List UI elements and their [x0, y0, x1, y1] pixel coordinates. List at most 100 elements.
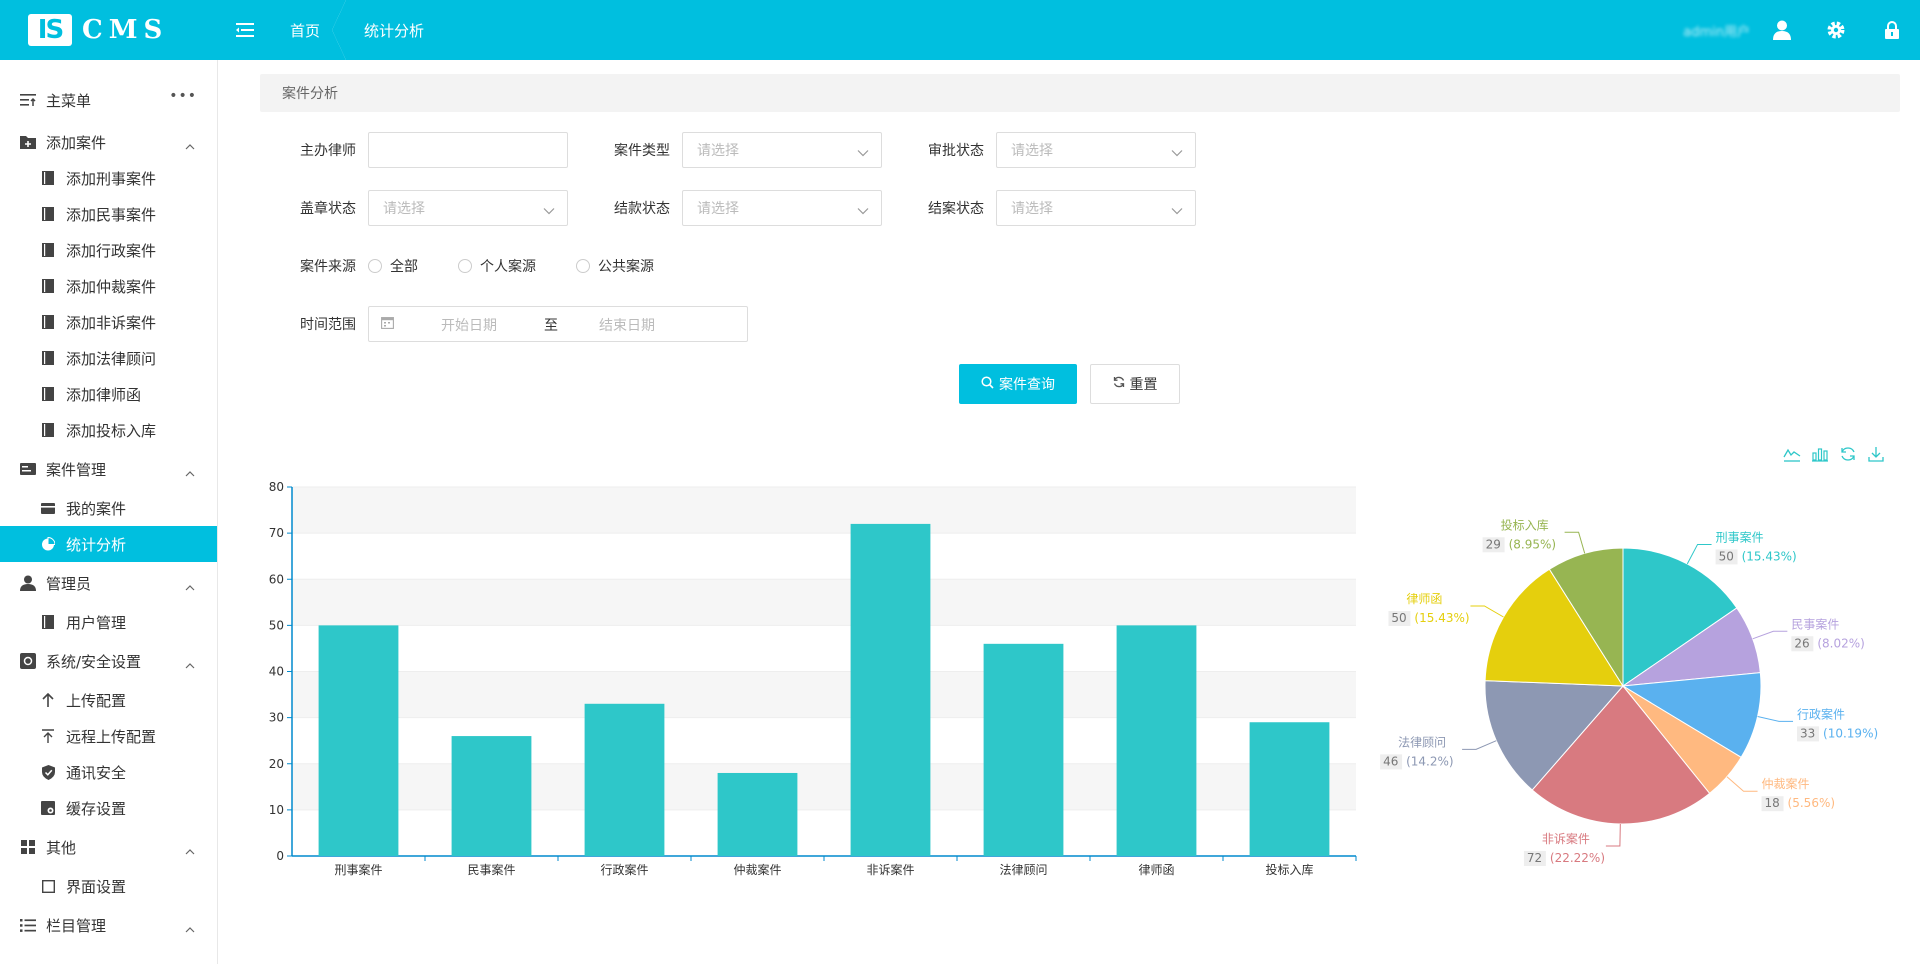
sidebar-main-menu-label: 主菜单: [46, 91, 92, 110]
chevron-up-icon: [185, 577, 195, 595]
y-tick-label: 30: [269, 711, 284, 725]
pie-slice-value: 46: [1383, 754, 1398, 768]
pie-label-line: [1726, 776, 1758, 792]
bar: [1249, 722, 1330, 856]
username[interactable]: admin用户: [1683, 21, 1750, 40]
x-tick-label: 法律顾问: [999, 863, 1047, 877]
chevron-up-icon: [185, 136, 195, 154]
gear-icon[interactable]: [1814, 0, 1858, 60]
menu-toggle-icon[interactable]: [218, 0, 272, 60]
sidebar-item-add-civil[interactable]: 添加民事案件: [0, 196, 217, 232]
sidebar-item-statistics[interactable]: 统计分析: [0, 526, 217, 562]
logo-mark: IS: [28, 14, 72, 46]
sidebar-item-communication-security[interactable]: 通讯安全: [0, 754, 217, 790]
x-tick-label: 刑事案件: [334, 862, 382, 877]
x-tick-label: 行政案件: [600, 862, 648, 877]
sidebar-item-user-management[interactable]: 用户管理: [0, 604, 217, 640]
x-tick-label: 仲裁案件: [733, 862, 781, 877]
pie-label-line: [1564, 531, 1586, 554]
lock-icon[interactable]: [1870, 0, 1914, 60]
pie-slice-percent: (8.02%): [1817, 636, 1864, 650]
sidebar-item-label: 添加律师函: [66, 385, 142, 404]
sidebar-item-label: 添加仲裁案件: [66, 277, 157, 296]
logo-text: CMS: [82, 15, 169, 45]
pie-slice-name: 行政案件: [1797, 706, 1845, 721]
sidebar-item-my-cases[interactable]: 我的案件: [0, 490, 217, 526]
x-tick-label: 律师函: [1138, 863, 1174, 877]
sidebar-item-cache-settings[interactable]: 缓存设置: [0, 790, 217, 826]
sidebar-group-column-management[interactable]: 栏目管理: [0, 904, 217, 946]
grid-band: [292, 671, 1356, 718]
x-tick-label: 民事案件: [467, 862, 515, 877]
pie-slice-percent: (15.43%): [1414, 611, 1469, 625]
sidebar-item-label: 用户管理: [66, 613, 127, 632]
sidebar-item-add-criminal[interactable]: 添加刑事案件: [0, 160, 217, 196]
pie-slice-name: 非诉案件: [1542, 831, 1590, 846]
y-tick-label: 80: [269, 480, 284, 494]
sidebar-item-add-non-litigation[interactable]: 添加非诉案件: [0, 304, 217, 340]
more-icon[interactable]: •••: [169, 88, 197, 104]
sidebar-item-label: 上传配置: [66, 691, 127, 710]
sidebar-group-label: 管理员: [46, 574, 92, 593]
sidebar-item-add-legal-advisor[interactable]: 添加法律顾问: [0, 340, 217, 376]
breadcrumb-current[interactable]: 统计分析: [346, 0, 442, 60]
sidebar-main-menu[interactable]: 主菜单 •••: [0, 82, 217, 118]
chevron-up-icon: [185, 919, 195, 937]
sidebar-item-add-administrative[interactable]: 添加行政案件: [0, 232, 217, 268]
sidebar-item-label: 添加行政案件: [66, 241, 157, 260]
sidebar-item-label: 添加非诉案件: [66, 313, 157, 332]
grid-band: [292, 579, 1356, 626]
sidebar-group-label: 添加案件: [46, 133, 107, 152]
pie-slice-percent: (15.43%): [1742, 549, 1797, 563]
bar: [451, 736, 532, 856]
book-icon: [40, 314, 56, 330]
pie-label-line: [1605, 823, 1621, 847]
sidebar-item-add-bid[interactable]: 添加投标入库: [0, 412, 217, 448]
sidebar-group-other[interactable]: 其他: [0, 826, 217, 868]
pie-slice-name: 刑事案件: [1716, 529, 1764, 544]
bar: [584, 703, 665, 856]
y-tick-label: 60: [269, 572, 284, 586]
cache-icon: [40, 800, 56, 816]
id-card-icon: [20, 461, 36, 477]
pie-slice-percent: (8.95%): [1509, 537, 1556, 551]
top-bar: IS CMS 首页 统计分析 admin用户: [0, 0, 1920, 60]
grid-icon: [20, 839, 36, 855]
pie-chart-icon: [40, 536, 56, 552]
chevron-up-icon: [185, 655, 195, 673]
pie-label-line: [1752, 630, 1788, 640]
sidebar-item-label: 添加法律顾问: [66, 349, 157, 368]
sidebar-item-add-arbitration[interactable]: 添加仲裁案件: [0, 268, 217, 304]
pie-label-line: [1470, 605, 1504, 618]
sidebar-item-label: 通讯安全: [66, 763, 127, 782]
pie-slice-name: 民事案件: [1791, 616, 1839, 631]
sidebar-group-label: 其他: [46, 838, 77, 857]
y-tick-label: 0: [276, 849, 284, 863]
bar: [850, 523, 931, 856]
book-icon: [40, 422, 56, 438]
x-tick-label: 非诉案件: [866, 862, 914, 877]
user-icon: [20, 575, 36, 591]
sidebar-group-case-management[interactable]: 案件管理: [0, 448, 217, 490]
breadcrumb-home[interactable]: 首页: [272, 0, 347, 60]
pie-slice-value: 18: [1765, 796, 1780, 810]
pie-slice-value: 26: [1794, 636, 1809, 650]
user-icon[interactable]: [1760, 0, 1804, 60]
logo[interactable]: IS CMS: [0, 0, 218, 60]
pie-slice-percent: (22.22%): [1550, 851, 1605, 865]
sidebar-item-remote-upload-config[interactable]: 远程上传配置: [0, 718, 217, 754]
sidebar-group-add-case[interactable]: 添加案件: [0, 124, 217, 160]
sidebar-item-interface-settings[interactable]: 界面设置: [0, 868, 217, 904]
sidebar-item-label: 添加投标入库: [66, 421, 157, 440]
sidebar-group-system-security[interactable]: 系统/安全设置: [0, 640, 217, 682]
pie-slice-value: 72: [1527, 851, 1542, 865]
pie-slice-percent: (14.2%): [1406, 754, 1453, 768]
sidebar-item-upload-config[interactable]: 上传配置: [0, 682, 217, 718]
book-icon: [40, 278, 56, 294]
sidebar-item-add-lawyer-letter[interactable]: 添加律师函: [0, 376, 217, 412]
pie-slice-value: 29: [1486, 537, 1501, 551]
sidebar-group-admin[interactable]: 管理员: [0, 562, 217, 604]
sidebar-group-label: 系统/安全设置: [46, 652, 142, 671]
list-icon: [20, 917, 36, 933]
pie-slice-name: 法律顾问: [1398, 735, 1446, 749]
